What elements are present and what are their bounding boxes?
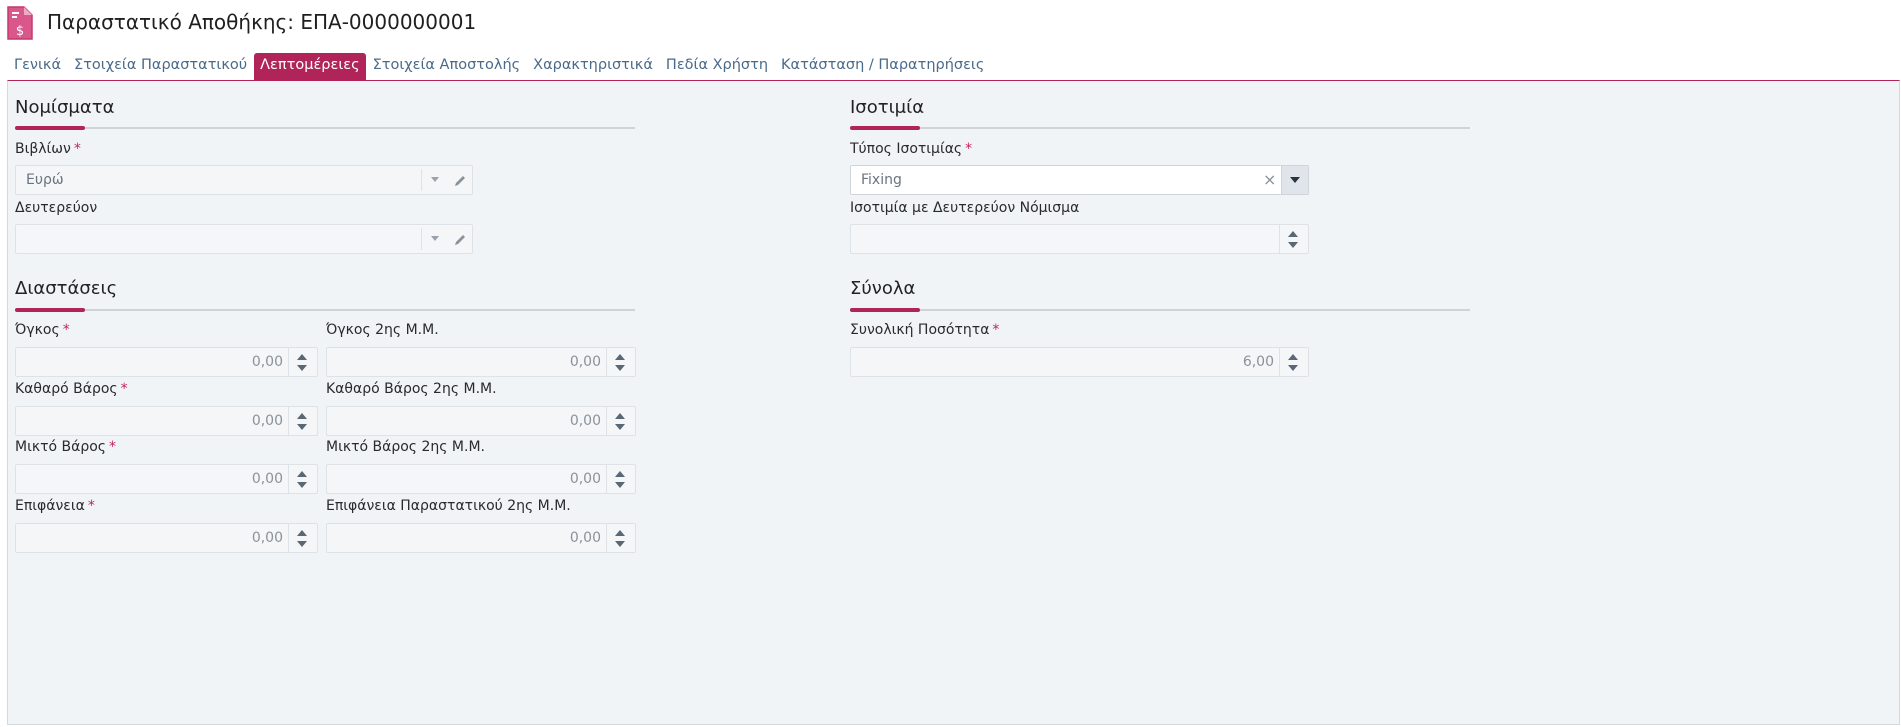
document-currency-icon: $ [7, 6, 33, 40]
tab-document-details[interactable]: Στοιχεία Παραστατικού [68, 53, 253, 80]
tab-general[interactable]: Γενικά [8, 53, 67, 80]
total-quantity-input[interactable]: 6,00 [850, 347, 1309, 377]
tab-status-notes[interactable]: Κατάσταση / Παρατηρήσεις [775, 53, 990, 80]
net-weight2-input[interactable]: 0,00 [326, 406, 636, 436]
surface2-label: Επιφάνεια Παραστατικού 2ης Μ.Μ. [326, 498, 571, 514]
tab-bar: Γενικά Στοιχεία Παραστατικού Λεπτομέρειε… [8, 53, 991, 80]
net-weight2-stepper[interactable] [606, 407, 635, 435]
exchange-section-title: Ισοτιμία [850, 97, 925, 118]
secondary-currency-select[interactable] [15, 224, 473, 254]
volume-label: Όγκος * [15, 322, 70, 338]
currencies-section-title: Νομίσματα [15, 97, 115, 118]
pencil-icon[interactable] [452, 173, 468, 189]
surface-input[interactable]: 0,00 [15, 523, 318, 553]
gross-weight-input[interactable]: 0,00 [15, 464, 318, 494]
total-quantity-label: Συνολική Ποσότητα * [850, 322, 1000, 338]
page-title: Παραστατικό Αποθήκης: ΕΠΑ-0000000001 [47, 10, 477, 34]
volume2-stepper[interactable] [606, 348, 635, 376]
volume-stepper[interactable] [288, 348, 317, 376]
gross-weight2-stepper[interactable] [606, 465, 635, 493]
books-currency-label: Βιβλίων * [15, 141, 81, 157]
exchange-section-rule [850, 126, 1470, 130]
tab-shipping[interactable]: Στοιχεία Αποστολής [367, 53, 527, 80]
surface-stepper[interactable] [288, 524, 317, 552]
chevron-down-icon[interactable] [431, 177, 439, 182]
total-quantity-stepper[interactable] [1279, 348, 1308, 376]
surface2-stepper[interactable] [606, 524, 635, 552]
net-weight-input[interactable]: 0,00 [15, 406, 318, 436]
dimensions-section-rule [15, 308, 635, 312]
exchange-rate-input[interactable] [850, 224, 1309, 254]
clear-icon[interactable]: × [1263, 170, 1276, 189]
chevron-down-icon[interactable] [431, 236, 439, 241]
gross-weight-label: Μικτό Βάρος * [15, 439, 117, 455]
books-currency-select[interactable]: Ευρώ [15, 165, 473, 195]
net-weight-stepper[interactable] [288, 407, 317, 435]
exchange-rate-label: Ισοτιμία με Δευτερεύον Νόμισμα [850, 200, 1080, 216]
exchange-rate-stepper[interactable] [1279, 225, 1308, 253]
dimensions-section-title: Διαστάσεις [15, 278, 118, 299]
surface-label: Επιφάνεια * [15, 498, 95, 514]
chevron-down-icon [1290, 177, 1300, 183]
dropdown-button[interactable] [1281, 166, 1308, 194]
gross-weight2-input[interactable]: 0,00 [326, 464, 636, 494]
gross-weight-stepper[interactable] [288, 465, 317, 493]
tab-user-fields[interactable]: Πεδία Χρήστη [660, 53, 774, 80]
currencies-section-rule [15, 126, 635, 130]
secondary-currency-label: Δευτερεύον [15, 200, 98, 216]
net-weight2-label: Καθαρό Βάρος 2ης Μ.Μ. [326, 381, 497, 397]
svg-text:$: $ [16, 24, 24, 39]
volume2-input[interactable]: 0,00 [326, 347, 636, 377]
header: $ Παραστατικό Αποθήκης: ΕΠΑ-0000000001 [0, 0, 1901, 48]
details-panel: Νομίσματα Βιβλίων * Ευρώ Δευτερεύον Διαστ… [7, 80, 1900, 725]
tab-characteristics[interactable]: Χαρακτηριστικά [527, 53, 659, 80]
pencil-icon[interactable] [452, 232, 468, 248]
tab-details[interactable]: Λεπτομέρειες [254, 53, 366, 80]
totals-section-title: Σύνολα [850, 278, 916, 299]
books-currency-value: Ευρώ [26, 172, 64, 188]
volume2-label: Όγκος 2ης Μ.Μ. [326, 322, 439, 338]
totals-section-rule [850, 308, 1470, 312]
surface2-input[interactable]: 0,00 [326, 523, 636, 553]
gross-weight2-label: Μικτό Βάρος 2ης Μ.Μ. [326, 439, 485, 455]
net-weight-label: Καθαρό Βάρος * [15, 381, 128, 397]
exchange-type-select[interactable]: Fixing × [850, 165, 1309, 195]
exchange-type-label: Τύπος Ισοτιμίας * [850, 141, 973, 157]
exchange-type-value: Fixing [861, 172, 902, 188]
volume-input[interactable]: 0,00 [15, 347, 318, 377]
